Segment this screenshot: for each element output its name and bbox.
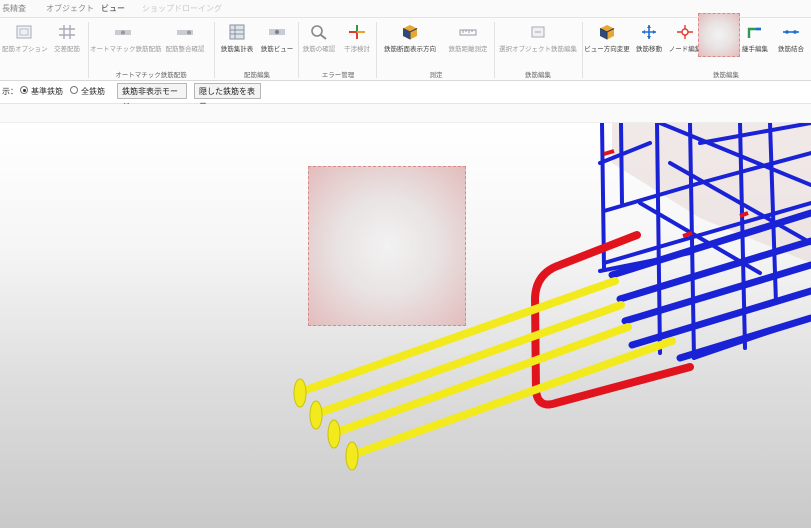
group-auto-rebar: オートマチック鉄筋配筋 bbox=[115, 71, 187, 79]
rebar-view-icon bbox=[269, 29, 285, 35]
ribbon-separator bbox=[582, 22, 583, 78]
rebar-confirm-label: 鉄筋の確認 bbox=[302, 45, 336, 53]
radio-basic-rebar[interactable] bbox=[20, 86, 28, 94]
move-icon bbox=[642, 25, 656, 39]
rebar-table-label: 鉄筋集計表 bbox=[220, 45, 254, 53]
show-hidden-button[interactable]: 隠した鉄筋を表示 bbox=[194, 83, 261, 111]
node-edit-icon bbox=[677, 25, 693, 39]
section-direction-label: 鉄筋断面表示方向 bbox=[384, 45, 436, 53]
tab-view[interactable]: ビュー bbox=[101, 3, 125, 14]
rebar-join-label: 鉄筋結合 bbox=[778, 45, 804, 53]
rebar-measure-button[interactable]: 鉄筋距離測定 bbox=[444, 24, 492, 68]
redacted-region bbox=[308, 166, 466, 326]
section-direction-button[interactable]: 鉄筋断面表示方向 bbox=[378, 24, 442, 68]
group-rebar-edit-2: 鉄筋編集 bbox=[525, 71, 551, 79]
group-rebar-edit-3: 鉄筋編集 bbox=[713, 71, 739, 79]
rebar-confirm-button[interactable]: 鉄筋の確認 bbox=[300, 24, 338, 68]
rebar-join-button[interactable]: 鉄筋結合 bbox=[774, 24, 808, 68]
rebar-option-icon bbox=[16, 25, 32, 39]
rebar-move-label: 鉄筋移動 bbox=[636, 45, 662, 53]
rebar-check-button[interactable]: 配筋整合確認 bbox=[160, 24, 210, 68]
redacted-region bbox=[698, 13, 740, 57]
rebar-table-button[interactable]: 鉄筋集計表 bbox=[218, 24, 256, 68]
radio-all-rebar-label: 全鉄筋 bbox=[81, 87, 105, 96]
joint-edit-icon bbox=[747, 27, 761, 38]
tab-shop-drawing[interactable]: ショップドローイング bbox=[142, 3, 222, 14]
select-object-edit-button[interactable]: 選択オブジェクト鉄筋編集 bbox=[496, 24, 580, 68]
3d-viewport[interactable] bbox=[0, 123, 811, 528]
display-options-bar: 示： 基準鉄筋 全鉄筋 鉄筋非表示モード 隠した鉄筋を表示 bbox=[0, 81, 811, 111]
cross-grid-label: 交差配筋 bbox=[54, 45, 80, 53]
ribbon-separator bbox=[376, 22, 377, 78]
cross-grid-button[interactable]: 交差配筋 bbox=[48, 24, 86, 68]
measure-icon bbox=[459, 29, 477, 36]
interference-icon bbox=[349, 25, 365, 39]
group-measurement: 測定 bbox=[429, 71, 443, 79]
joint-edit-button[interactable]: 継手編集 bbox=[740, 24, 770, 68]
ribbon-separator bbox=[494, 22, 495, 78]
ribbon-tab-bar: 長精査 オブジェクト ビュー ショップドローイング bbox=[0, 0, 811, 18]
select-object-edit-label: 選択オブジェクト鉄筋編集 bbox=[499, 45, 577, 53]
cross-grid-icon bbox=[59, 25, 75, 39]
status-strip bbox=[0, 104, 811, 123]
auto-rebar-label: オートマチック鉄筋配筋 bbox=[90, 45, 162, 53]
interference-label: 干渉検討 bbox=[344, 45, 370, 53]
joint-edit-label: 継手編集 bbox=[742, 45, 768, 53]
interference-button[interactable]: 干渉検討 bbox=[340, 24, 374, 68]
radio-basic-rebar-label: 基準鉄筋 bbox=[31, 87, 63, 96]
rebar-table-icon bbox=[229, 24, 245, 40]
view-direction-label: ビュー方向変更 bbox=[584, 45, 630, 53]
rebar-view-button[interactable]: 鉄筋ビュー bbox=[258, 24, 296, 68]
ribbon-separator bbox=[214, 22, 215, 78]
group-error-management: エラー管理 bbox=[321, 71, 355, 79]
tab-inspection[interactable]: 長精査 bbox=[2, 3, 26, 14]
hide-mode-button[interactable]: 鉄筋非表示モード bbox=[117, 83, 187, 111]
ribbon-separator bbox=[88, 22, 89, 78]
ribbon: 配筋オプション 交差配筋 オートマチック鉄筋配筋 配筋整合確認 オートマチック鉄… bbox=[0, 13, 811, 81]
rebar-measure-label: 鉄筋距離測定 bbox=[448, 45, 488, 53]
cube-icon bbox=[402, 25, 418, 40]
group-rebar-edit: 配筋編集 bbox=[244, 71, 270, 79]
rebar-move-button[interactable]: 鉄筋移動 bbox=[632, 24, 666, 68]
cube-icon bbox=[599, 25, 615, 40]
view-direction-button[interactable]: ビュー方向変更 bbox=[584, 24, 630, 68]
node-edit-label: ノード編集 bbox=[668, 45, 702, 53]
ribbon-separator bbox=[298, 22, 299, 78]
auto-rebar-button[interactable]: オートマチック鉄筋配筋 bbox=[90, 24, 162, 68]
select-edit-icon bbox=[531, 26, 545, 38]
node-edit-button[interactable]: ノード編集 bbox=[668, 24, 702, 68]
rebar-check-label: 配筋整合確認 bbox=[165, 45, 205, 53]
rebar-view-label: 鉄筋ビュー bbox=[260, 45, 294, 53]
magnifier-icon bbox=[311, 25, 327, 40]
tab-object[interactable]: オブジェクト bbox=[46, 3, 94, 14]
rebar-option-button[interactable]: 配筋オプション bbox=[2, 24, 48, 68]
auto-rebar-icon bbox=[115, 30, 131, 35]
rebar-check-icon bbox=[177, 30, 193, 35]
join-icon bbox=[783, 30, 799, 34]
rebar-option-label: 配筋オプション bbox=[2, 45, 48, 53]
display-prefix: 示： bbox=[2, 87, 18, 96]
radio-all-rebar[interactable] bbox=[70, 86, 78, 94]
